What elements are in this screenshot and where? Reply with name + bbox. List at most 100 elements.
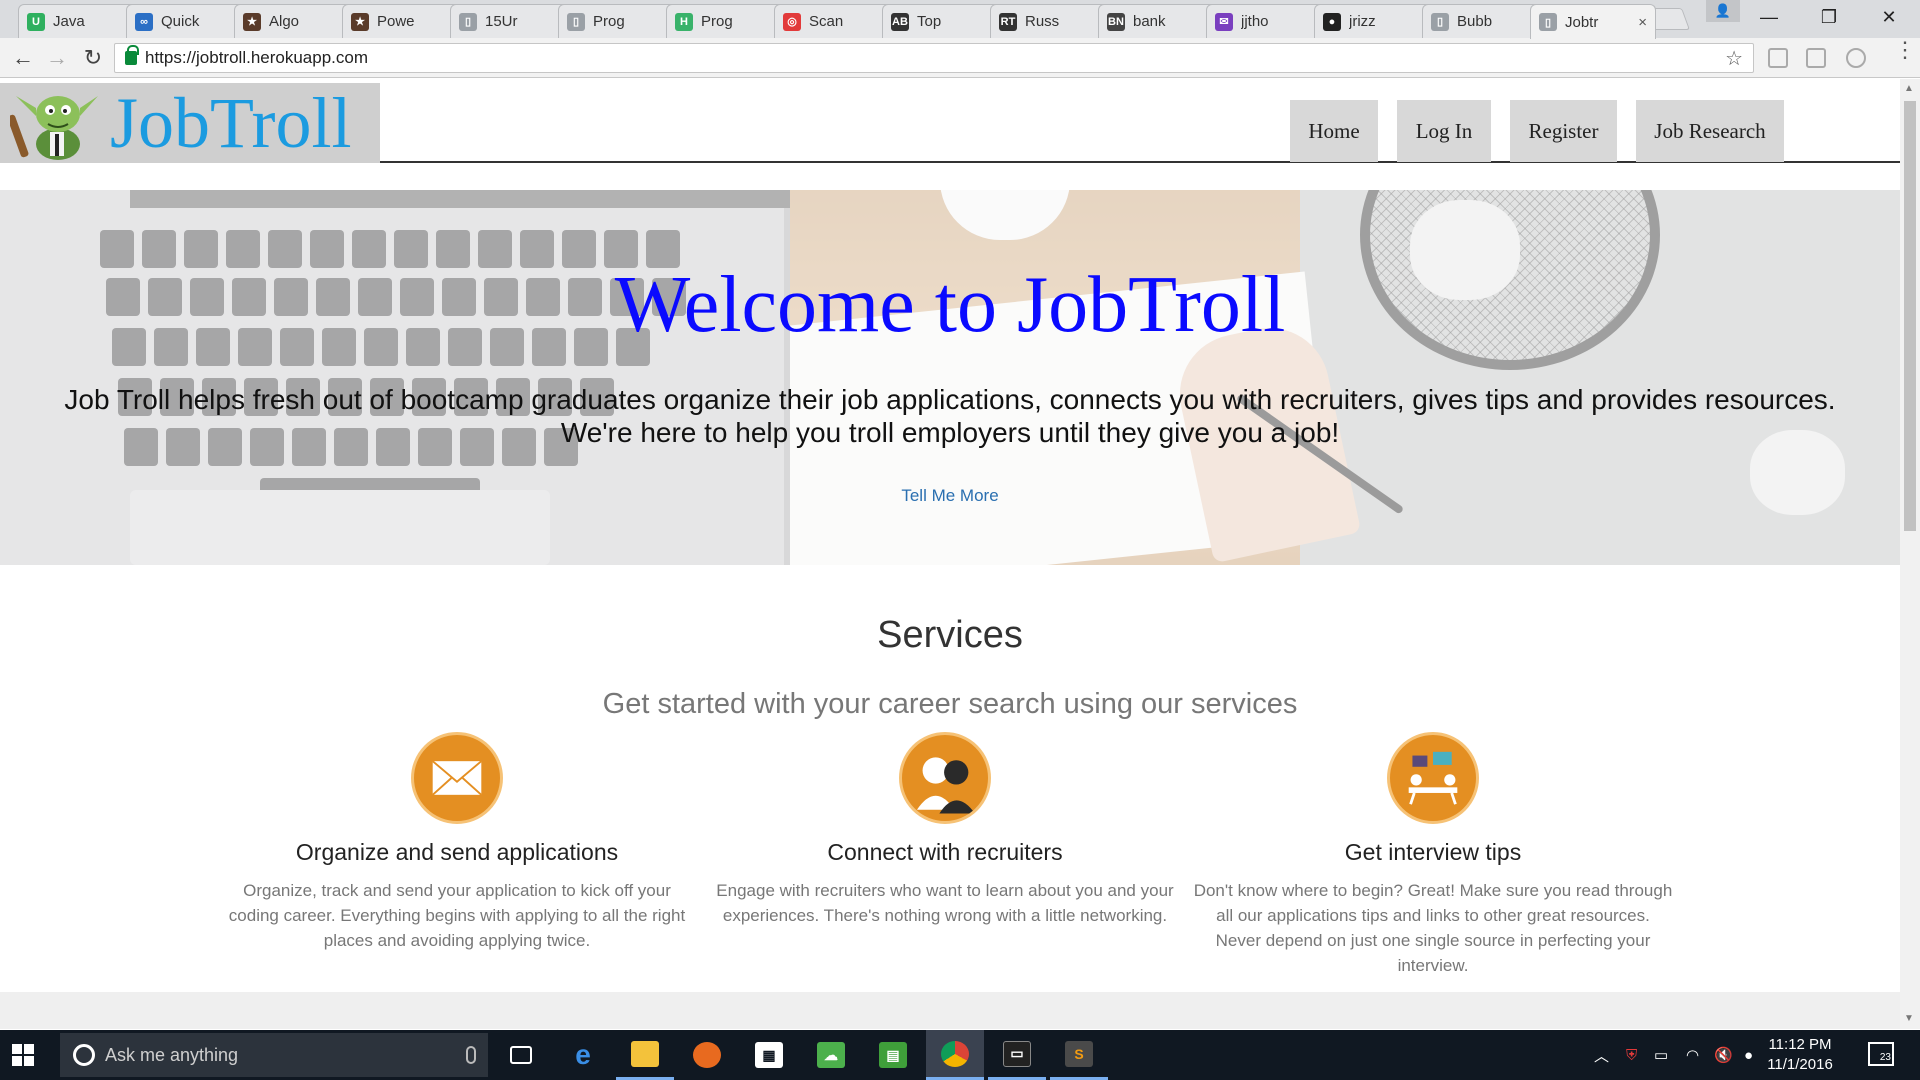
site-header: JobTroll Home Log In Register Job Resear… (0, 79, 1900, 163)
extension-icon[interactable] (1806, 48, 1826, 68)
tab-favicon-icon: ▯ (567, 12, 585, 31)
tab-title: Powe (377, 13, 415, 30)
cortana-icon (73, 1044, 95, 1066)
search-placeholder: Ask me anything (105, 1044, 239, 1065)
action-center-icon[interactable]: 23 (1868, 1042, 1894, 1066)
hero-description-line-2: We're here to help you troll employers u… (560, 417, 1340, 448)
system-clock[interactable]: 11:12 PM 11/1/2016 (1760, 1035, 1840, 1075)
volume-mute-icon[interactable]: 🔇 (1714, 1030, 1733, 1080)
notification-count: 23 (1879, 1052, 1891, 1063)
tab-title: Java (53, 13, 85, 30)
page-viewport: JobTroll Home Log In Register Job Resear… (0, 79, 1900, 1029)
close-window-button[interactable]: ✕ (1860, 0, 1918, 34)
service-description: Organize, track and send your applicatio… (228, 881, 686, 950)
reload-button[interactable]: ↻ (78, 44, 108, 72)
tab-favicon-icon: ★ (351, 12, 369, 31)
tab-favicon-icon: ▯ (1539, 13, 1557, 31)
tab-favicon-icon: U (27, 12, 45, 31)
tab-title: 15Ur (485, 13, 518, 30)
service-title: Get interview tips (1344, 839, 1522, 865)
task-view-icon[interactable] (492, 1030, 550, 1080)
service-interview-tips: Get interview tips Don't know where to b… (1193, 732, 1673, 978)
tab-title: Top (917, 13, 942, 30)
tab-title: Quick (161, 13, 200, 30)
scroll-down-icon[interactable]: ▼ (1904, 1013, 1914, 1024)
tab-favicon-icon: AB (891, 12, 909, 31)
file-explorer-icon[interactable] (616, 1030, 674, 1080)
profile-icon[interactable]: 👤 (1706, 0, 1740, 22)
service-title: Organize and send applications (295, 839, 619, 865)
windows-start-icon[interactable] (12, 1044, 34, 1066)
minimize-button[interactable]: — (1740, 0, 1798, 34)
address-bar[interactable]: https://jobtroll.herokuapp.com ☆ (114, 43, 1754, 73)
site-logo[interactable]: JobTroll (0, 83, 380, 163)
browser-tab[interactable]: ▯ Jobtr × (1530, 4, 1656, 39)
windows-taskbar: Ask me anything e ▦ ☁ ▤ ▭ S ︿ ⛨ ▭ ◠ 🔇 ● … (0, 1030, 1920, 1080)
tab-favicon-icon: RT (999, 12, 1017, 31)
tab-favicon-icon: ● (1323, 12, 1341, 31)
cortana-search-box[interactable]: Ask me anything (60, 1033, 488, 1077)
tab-favicon-icon: ∞ (135, 12, 153, 31)
people-icon (899, 732, 991, 824)
tab-close-icon[interactable]: × (1638, 14, 1647, 31)
tab-title: jrizz (1349, 13, 1376, 30)
evernote-icon[interactable]: ▤ (864, 1030, 922, 1080)
interview-icon (1387, 732, 1479, 824)
edge-icon[interactable]: e (554, 1030, 612, 1080)
store-icon[interactable]: ▦ (740, 1030, 798, 1080)
back-button[interactable]: ← (8, 44, 38, 72)
nav-job-research[interactable]: Job Research (1636, 100, 1784, 162)
tab-favicon-icon: ◎ (783, 12, 801, 31)
tab-title: Russ (1025, 13, 1060, 30)
cmd-icon[interactable]: ▭ (988, 1030, 1046, 1080)
tab-title: jjtho (1241, 13, 1269, 30)
extension-icon[interactable] (1846, 48, 1866, 68)
line-icon[interactable]: ☁ (802, 1030, 860, 1080)
service-title: Connect with recruiters (827, 839, 1063, 865)
nav-log-in[interactable]: Log In (1397, 100, 1491, 162)
microphone-icon[interactable] (466, 1046, 476, 1064)
clock-date: 11/1/2016 (1767, 1056, 1833, 1073)
chrome-icon[interactable] (926, 1030, 984, 1080)
browser-tab-strip: 👤 — ❐ ✕ UJava×∞Quick×★Algo×★Powe×▯15Ur×▯… (0, 0, 1920, 39)
scrollbar-thumb[interactable] (1904, 101, 1916, 531)
maximize-button[interactable]: ❐ (1800, 0, 1858, 34)
nav-home[interactable]: Home (1290, 100, 1378, 162)
browser-menu-icon[interactable]: ⋮ (1894, 39, 1916, 61)
services-subheading: Get started with your career search usin… (602, 688, 1298, 720)
hero-title: Welcome to JobTroll (614, 261, 1286, 349)
envelope-icon (411, 732, 503, 824)
extension-icon[interactable] (1768, 48, 1788, 68)
sublime-text-icon[interactable]: S (1050, 1030, 1108, 1080)
service-description: Don't know where to begin? Great! Make s… (1193, 881, 1673, 975)
tab-favicon-icon: BN (1107, 12, 1125, 31)
tab-favicon-icon: ▯ (1431, 12, 1449, 31)
page-section-divider (0, 992, 1900, 1029)
tab-favicon-icon: ★ (243, 12, 261, 31)
tab-title: Bubb (1457, 13, 1493, 30)
tab-favicon-icon: ✉ (1215, 12, 1233, 31)
tell-me-more-link[interactable]: Tell Me More (0, 486, 1900, 506)
wifi-icon[interactable]: ◠ (1686, 1030, 1699, 1080)
tab-title: Scan (809, 13, 844, 30)
tab-title: bank (1133, 13, 1166, 30)
bookmark-star-icon[interactable]: ☆ (1725, 46, 1743, 71)
browser-toolbar: ← → ↻ https://jobtroll.herokuapp.com ☆ ⋮ (0, 38, 1920, 78)
logo-text: JobTroll (110, 82, 352, 163)
services-heading: Services (877, 614, 1023, 656)
firefox-icon[interactable] (678, 1030, 736, 1080)
forward-button[interactable]: → (42, 44, 72, 72)
tab-favicon-icon: H (675, 12, 693, 31)
show-hidden-icons-icon[interactable]: ︿ (1594, 1030, 1609, 1080)
scroll-up-icon[interactable]: ▲ (1904, 83, 1914, 94)
tell-me-more-label[interactable]: Tell Me More (901, 486, 998, 505)
hero-description-line-1: Job Troll helps fresh out of bootcamp gr… (64, 384, 1836, 415)
page-scrollbar[interactable]: ▲ ▼ (1900, 79, 1920, 1029)
hero-description: Job Troll helps fresh out of bootcamp gr… (0, 383, 1900, 449)
weather-icon[interactable]: ● (1744, 1030, 1753, 1080)
security-shield-icon[interactable]: ⛨ (1626, 1030, 1637, 1080)
nav-register[interactable]: Register (1510, 100, 1617, 162)
hero-section: Welcome to JobTroll Job Troll helps fres… (0, 190, 1900, 565)
battery-icon[interactable]: ▭ (1654, 1030, 1668, 1080)
url-text: https://jobtroll.herokuapp.com (145, 48, 369, 67)
